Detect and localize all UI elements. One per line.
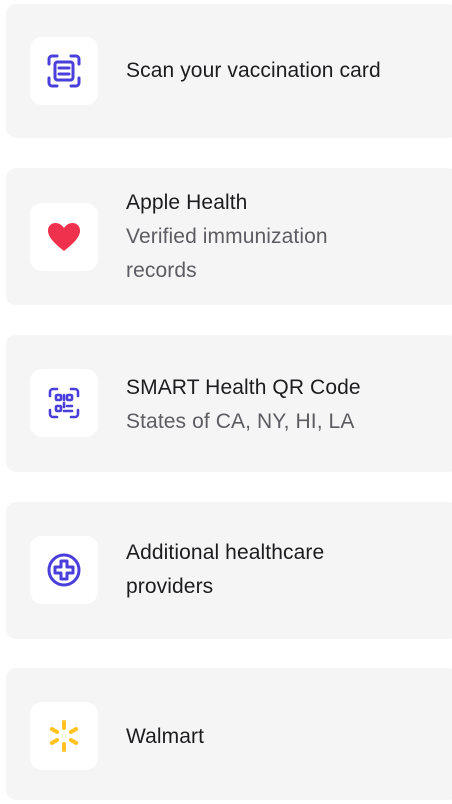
- walmart-spark-icon-tile: [30, 702, 98, 770]
- option-title: Apple Health: [126, 191, 248, 214]
- heart-icon-tile: [30, 203, 98, 271]
- qr-code-icon: [48, 387, 80, 419]
- option-additional-healthcare-providers[interactable]: Additional healthcare providers: [6, 502, 452, 639]
- option-apple-health[interactable]: Apple Health Verified immunization recor…: [6, 168, 452, 305]
- option-title: Additional healthcare providers: [126, 541, 325, 598]
- option-title: Walmart: [126, 725, 205, 748]
- scan-card-icon: [47, 54, 81, 88]
- option-subtitle: States of CA, NY, HI, LA: [126, 410, 355, 433]
- option-scan-vaccination-card[interactable]: Scan your vaccination card: [6, 4, 452, 138]
- option-title: SMART Health QR Code: [126, 376, 361, 399]
- heart-icon: [48, 223, 80, 251]
- plus-circle-icon: [47, 553, 81, 587]
- plus-circle-icon-tile: [30, 536, 98, 604]
- qr-code-icon-tile: [30, 369, 98, 437]
- scan-card-icon-tile: [30, 37, 98, 105]
- option-subtitle: Verified immunization records: [126, 225, 328, 282]
- option-walmart[interactable]: Walmart: [6, 668, 452, 800]
- option-smart-health-qr[interactable]: SMART Health QR Code States of CA, NY, H…: [6, 335, 452, 472]
- option-title: Scan your vaccination card: [126, 59, 381, 82]
- walmart-spark-icon: [49, 720, 79, 752]
